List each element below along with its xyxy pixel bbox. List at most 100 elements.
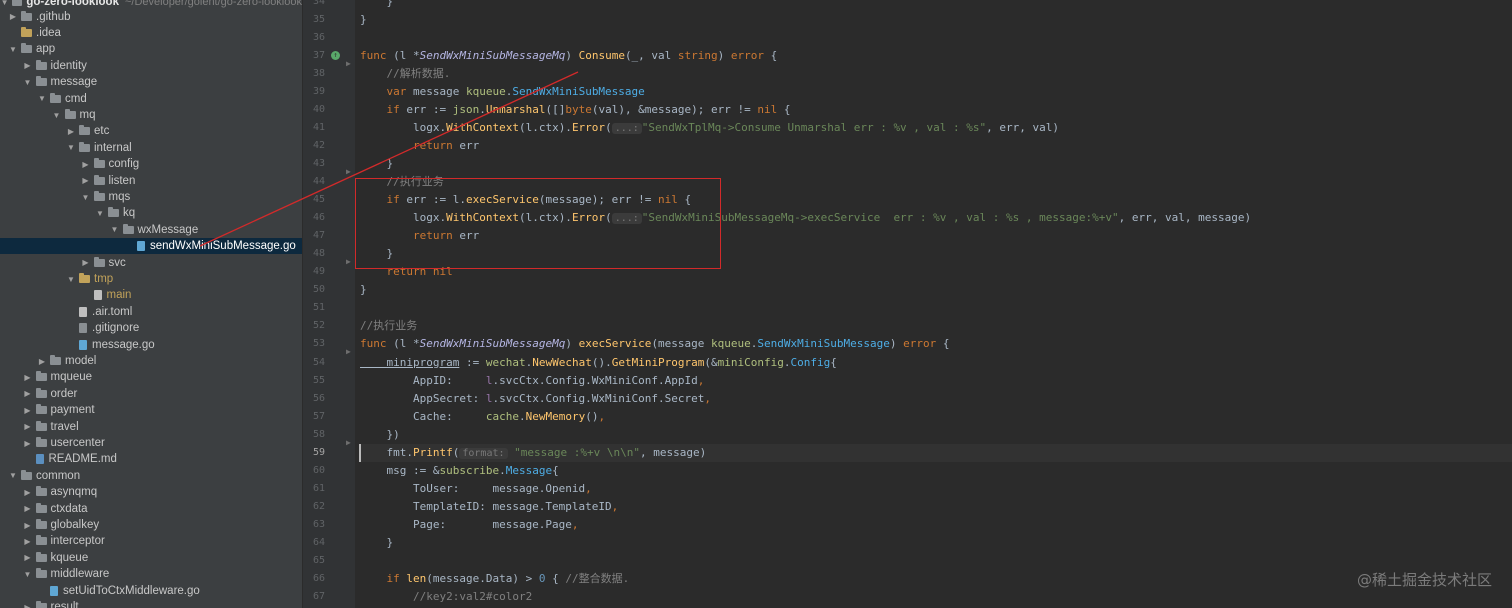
chevron-down-icon[interactable]: ▼ [8, 45, 18, 54]
tree-folder-row[interactable]: ▼ app [0, 41, 302, 57]
tree-folder-row[interactable]: ▶ travel [0, 419, 302, 435]
chevron-right-icon[interactable]: ▶ [23, 373, 33, 382]
chevron-right-icon[interactable]: ▶ [23, 439, 33, 448]
tree-file-row[interactable]: ▶README.md [0, 451, 302, 467]
tree-folder-row[interactable]: ▶ interceptor [0, 533, 302, 549]
tree-folder-row[interactable]: ▶ usercenter [0, 435, 302, 451]
tree-folder-row[interactable]: ▼ wxMessage [0, 222, 302, 238]
chevron-down-icon[interactable]: ▼ [37, 94, 47, 103]
chevron-down-icon[interactable]: ▼ [8, 471, 18, 480]
chevron-right-icon[interactable]: ▶ [23, 406, 33, 415]
tree-folder-row[interactable]: ▼ mq [0, 107, 302, 123]
fold-marker-icon[interactable]: ▶ [346, 434, 351, 452]
code-line[interactable]: fmt.Printf(format: "message :%+v \n\n", … [360, 443, 1512, 462]
tree-folder-row[interactable]: ▶ identity [0, 58, 302, 74]
chevron-down-icon[interactable]: ▼ [23, 78, 33, 87]
chevron-right-icon[interactable]: ▶ [66, 127, 76, 136]
tree-folder-row[interactable]: ▼ cmd [0, 91, 302, 107]
code-line[interactable]: } [360, 534, 393, 552]
tree-file-row[interactable]: ▶sendWxMiniSubMessage.go [0, 238, 302, 255]
chevron-right-icon[interactable]: ▶ [23, 389, 33, 398]
chevron-right-icon[interactable]: ▶ [37, 357, 47, 366]
tree-folder-row[interactable]: ▼ kq [0, 205, 302, 221]
code-line[interactable]: //key2:val2#color2 [360, 588, 532, 606]
chevron-down-icon[interactable]: ▼ [81, 193, 91, 202]
code-line[interactable]: } [360, 155, 393, 173]
code-line[interactable]: AppID: l.svcCtx.Config.WxMiniConf.AppId, [360, 372, 704, 390]
code-line[interactable]: miniprogram := wechat. NewWechat().GetMin… [360, 354, 836, 372]
tree-folder-row[interactable]: ▶ result [0, 599, 302, 608]
code-line[interactable]: //执行业务 [360, 317, 417, 335]
chevron-right-icon[interactable]: ▶ [23, 422, 33, 431]
tree-file-row[interactable]: ▶.gitignore [0, 320, 302, 336]
chevron-right-icon[interactable]: ▶ [81, 160, 91, 169]
tree-folder-row[interactable]: ▶ svc [0, 255, 302, 271]
tree-folder-row[interactable]: ▶.idea [0, 25, 302, 41]
fold-marker-icon[interactable]: ▶ [346, 55, 351, 73]
chevron-right-icon[interactable]: ▶ [23, 553, 33, 562]
code-token: (l * [393, 48, 420, 62]
tree-file-row[interactable]: ▶main [0, 287, 302, 303]
tree-folder-row[interactable]: ▶ ctxdata [0, 501, 302, 517]
chevron-right-icon[interactable]: ▶ [23, 504, 33, 513]
chevron-right-icon[interactable]: ▶ [23, 521, 33, 530]
tree-folder-row[interactable]: ▶ kqueue [0, 550, 302, 566]
chevron-right-icon[interactable]: ▶ [23, 61, 33, 70]
chevron-down-icon[interactable]: ▼ [66, 143, 76, 152]
tree-folder-row[interactable]: ▼ common [0, 468, 302, 484]
code-line[interactable]: } [360, 11, 367, 29]
code-line[interactable]: Cache: cache.NewMemory(), [360, 408, 605, 426]
code-line[interactable]: msg := &subscribe.Message{ [360, 462, 558, 480]
code-line[interactable]: func (l *SendWxMiniSubMessageMq) execSer… [360, 335, 950, 353]
code-token: miniConfig [717, 355, 784, 369]
tree-folder-row[interactable]: ▶ config [0, 156, 302, 172]
code-line[interactable]: ToUser: message.Openid, [360, 480, 592, 498]
tree-folder-row[interactable]: ▶ globalkey [0, 517, 302, 533]
chevron-down-icon[interactable]: ▼ [0, 0, 9, 7]
chevron-down-icon[interactable]: ▼ [95, 209, 105, 218]
chevron-down-icon[interactable]: ▼ [110, 225, 120, 234]
code-line[interactable]: TemplateID: message.TemplateID, [360, 498, 618, 516]
code-line[interactable]: } [360, 0, 393, 11]
code-line[interactable]: if err := json.Unmarshal([]byte(val), &m… [360, 101, 790, 119]
tree-folder-row[interactable]: ▶ etc [0, 123, 302, 139]
chevron-right-icon[interactable]: ▶ [23, 603, 33, 608]
chevron-down-icon[interactable]: ▼ [52, 111, 62, 120]
tree-folder-row[interactable]: ▶ mqueue [0, 369, 302, 385]
code-line[interactable]: if len(message.Data) > 0 { //整合数据. [360, 570, 629, 588]
tree-file-row[interactable]: ▶message.go [0, 337, 302, 353]
tree-folder-row[interactable]: ▶ asynqmq [0, 484, 302, 500]
chevron-down-icon[interactable]: ▼ [23, 570, 33, 579]
tree-folder-row[interactable]: ▼ mqs [0, 189, 302, 205]
tree-folder-row[interactable]: ▼ internal [0, 140, 302, 156]
chevron-right-icon[interactable]: ▶ [23, 537, 33, 546]
code-line[interactable]: AppSecret: l.svcCtx.Config.WxMiniConf.Se… [360, 390, 711, 408]
tree-folder-row[interactable]: ▼ middleware [0, 566, 302, 582]
chevron-right-icon[interactable]: ▶ [81, 258, 91, 267]
tree-file-row[interactable]: ▶setUidToCtxMiddleware.go [0, 583, 302, 599]
tree-folder-row[interactable]: ▼ tmp [0, 271, 302, 287]
code-line[interactable]: }) [360, 426, 399, 444]
code-line[interactable]: func (l *SendWxMiniSubMessageMq) Consume… [360, 47, 777, 65]
chevron-right-icon[interactable]: ▶ [8, 12, 18, 21]
chevron-right-icon[interactable]: ▶ [81, 176, 91, 185]
code-line[interactable]: //解析数据. [360, 65, 450, 83]
tree-file-row[interactable]: ▶.air.toml [0, 304, 302, 320]
tree-folder-row[interactable]: ▶ .github [0, 9, 302, 25]
tree-folder-row[interactable]: ▶ payment [0, 402, 302, 418]
chevron-right-icon[interactable]: ▶ [23, 488, 33, 497]
code-line[interactable]: Page: message.Page, [360, 516, 579, 534]
code-line[interactable]: } [360, 281, 367, 299]
chevron-down-icon[interactable]: ▼ [66, 275, 76, 284]
code-line[interactable]: logx.WithContext(l.ctx).Error(...: "SendW… [360, 119, 1059, 137]
tree-folder-row[interactable]: ▶ listen [0, 173, 302, 189]
folder-icon [21, 469, 32, 480]
tree-folder-row[interactable]: ▼ message [0, 74, 302, 90]
fold-marker-icon[interactable]: ▶ [346, 343, 351, 361]
tree-folder-row[interactable]: ▶ order [0, 386, 302, 402]
code-line[interactable]: return err [360, 137, 479, 155]
fold-marker-icon[interactable]: ▶ [346, 163, 351, 181]
tree-folder-row[interactable]: ▶ model [0, 353, 302, 369]
code-line[interactable]: var message kqueue.SendWxMiniSubMessage [360, 83, 644, 101]
fold-marker-icon[interactable]: ▶ [346, 253, 351, 271]
